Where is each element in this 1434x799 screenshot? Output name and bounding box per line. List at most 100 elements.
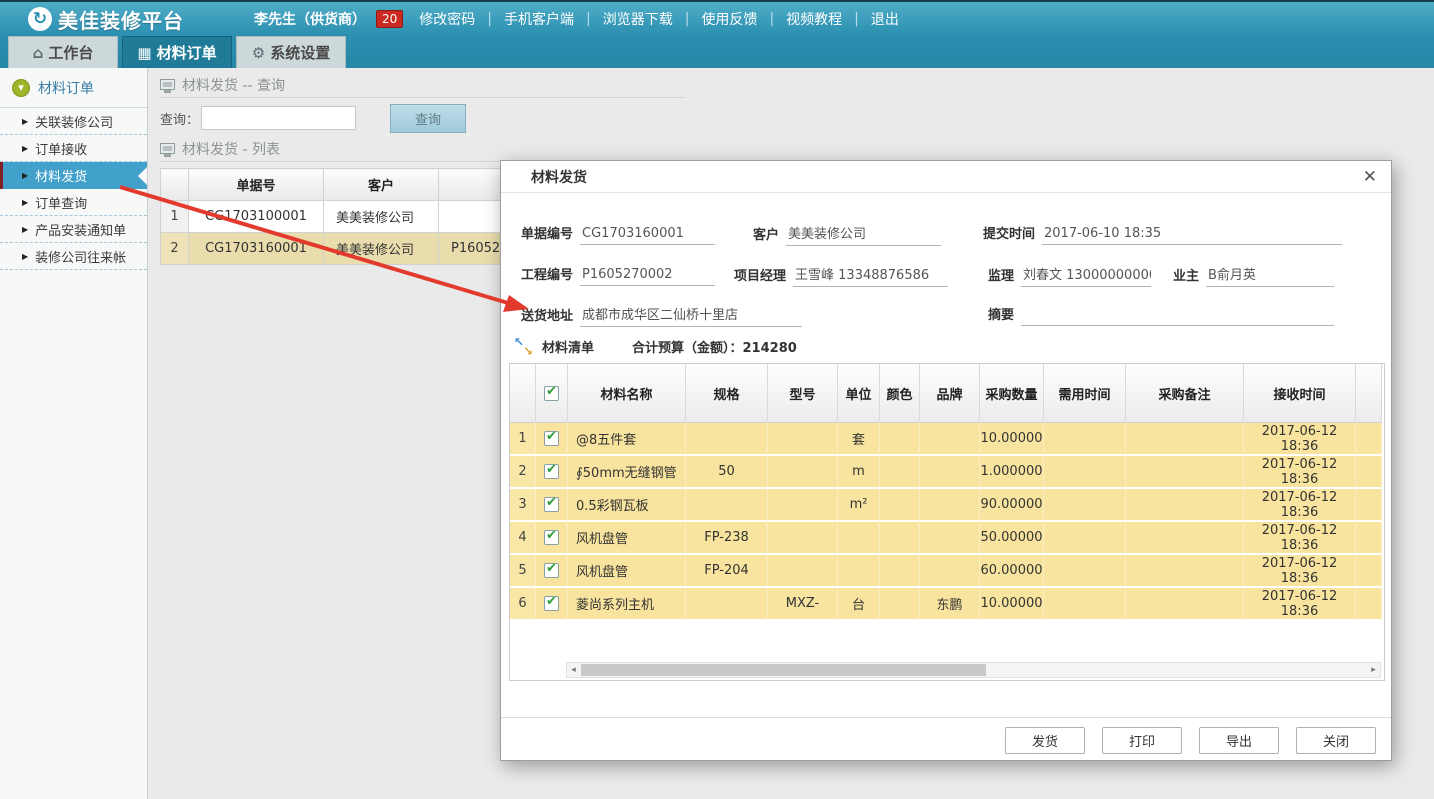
owner-value[interactable]: B俞月英 [1206,264,1334,287]
cell-采购备注 [1126,423,1244,456]
cell-规格 [686,423,768,456]
sidebar-item-订单查询[interactable]: ▶订单查询 [0,189,147,216]
cell-型号 [768,423,838,456]
sidebar-item-产品安装通知单[interactable]: ▶产品安装通知单 [0,216,147,243]
menu-item-1[interactable]: 修改密码 [419,9,475,29]
cell-extra [1356,588,1382,621]
manager-value[interactable]: 王雪峰 13348876586 [793,264,948,287]
scroll-right-icon[interactable]: ▸ [1367,663,1380,677]
header-right: 李先生（供货商） 20 修改密码|手机客户端|浏览器下载|使用反馈|视频教程|退… [254,9,899,29]
horizontal-scrollbar[interactable]: ◂ ▸ [566,662,1381,678]
submit-time-value[interactable]: 2017-06-10 18:35 [1042,226,1342,245]
page: ↻ 美佳装修平台 李先生（供货商） 20 修改密码|手机客户端|浏览器下载|使用… [0,0,1434,799]
sidebar-item-订单接收[interactable]: ▶订单接收 [0,135,147,162]
打印-button[interactable]: 打印 [1102,727,1182,754]
close-icon[interactable]: ✕ [1363,167,1377,187]
cell-品牌: 东鹏 [920,588,980,621]
menu-separator: | [487,11,492,27]
monitor-icon [160,143,175,154]
row-checkbox[interactable]: ✔ [544,596,559,611]
dialog-footer: 发货打印导出关闭 [501,717,1391,762]
row-checkbox[interactable]: ✔ [544,464,559,479]
tab-label: 工作台 [48,42,93,63]
scroll-left-icon[interactable]: ◂ [567,663,580,677]
caret-down-icon[interactable]: ▾ [12,79,30,97]
sidebar-list: ▶关联装修公司▶订单接收▶材料发货▶订单查询▶产品安装通知单 ▶ 装修公司往来帐 [0,108,147,270]
cell-型号 [768,489,838,522]
col-rownum [161,169,189,201]
cell-规格: FP-238 [686,522,768,555]
grid-icon: ▦ [137,44,151,62]
cell-品牌 [920,522,980,555]
menu-item-6[interactable]: 退出 [871,9,899,29]
col-颜色: 颜色 [880,364,920,423]
sidebar-item-材料发货[interactable]: ▶材料发货 [0,162,147,189]
check-icon: ✔ [546,561,557,576]
project-no-value[interactable]: P1605270002 [580,267,715,286]
field-customer: 客户 美美装修公司 [753,223,941,246]
cell-extra [1356,423,1382,456]
row-checkbox[interactable]: ✔ [544,563,559,578]
in-out-arrows-icon: ↖ ↘ [515,339,532,355]
tab-工作台[interactable]: ⌂工作台 [8,36,118,68]
address-value[interactable]: 成都市成华区二仙桥十里店 [580,304,802,327]
menu-item-3[interactable]: 浏览器下载 [603,9,673,29]
order-no-value[interactable]: CG1703160001 [580,226,715,245]
row-number: 4 [510,522,536,555]
field-supervisor: 监理 刘春文 13000000000 [988,264,1151,287]
sidebar-item-关联装修公司[interactable]: ▶关联装修公司 [0,108,147,135]
material-row[interactable]: 5✔风机盘管FP-20460.000002017-06-12 18:36 [510,555,1382,588]
summary-value[interactable] [1021,322,1334,326]
order-no-cell: CG1703160001 [189,233,324,265]
发货-button[interactable]: 发货 [1005,727,1085,754]
triangle-icon: ▶ [22,252,28,261]
导出-button[interactable]: 导出 [1199,727,1279,754]
menu-item-2[interactable]: 手机客户端 [504,9,574,29]
customer-cell: 美美装修公司 [324,201,439,233]
row-checkbox[interactable]: ✔ [544,530,559,545]
menu-item-5[interactable]: 视频教程 [786,9,842,29]
sidebar-item-装修公司往来帐[interactable]: ▶ 装修公司往来帐 [0,243,147,270]
col-单位: 单位 [838,364,880,423]
sidebar-item-label: 装修公司往来帐 [35,247,126,266]
scrollbar-thumb[interactable] [581,664,986,676]
cell-采购数量: 60.00000 [980,555,1044,588]
row-number: 1 [161,201,189,233]
row-number: 5 [510,555,536,588]
customer-value[interactable]: 美美装修公司 [786,223,941,246]
row-checkbox[interactable]: ✔ [544,497,559,512]
row-checkbox[interactable]: ✔ [544,431,559,446]
user-name[interactable]: 李先生（供货商） [254,9,366,29]
material-row[interactable]: 2✔∮50mm无缝钢管50m1.0000002017-06-12 18:36 [510,456,1382,489]
row-checkbox-cell: ✔ [536,489,568,522]
select-all-checkbox[interactable]: ✔ [544,386,559,401]
query-input[interactable] [201,106,356,130]
material-row[interactable]: 6✔菱尚系列主机MXZ-台东鹏10.000002017-06-12 18:36 [510,588,1382,621]
monitor-icon [160,79,175,90]
field-submit-time: 提交时间 2017-06-10 18:35 [983,223,1342,245]
cell-单位 [838,522,880,555]
cell-材料名称: 菱尚系列主机 [568,588,686,621]
query-button[interactable]: 查询 [390,104,466,133]
material-row[interactable]: 3✔0.5彩钢瓦板m²90.000002017-06-12 18:36 [510,489,1382,522]
row-number: 2 [161,233,189,265]
cell-接收时间: 2017-06-12 18:36 [1244,456,1356,489]
row-checkbox-cell: ✔ [536,423,568,456]
cell-型号 [768,522,838,555]
关闭-button[interactable]: 关闭 [1296,727,1376,754]
tab-材料订单[interactable]: ▦材料订单 [122,36,232,68]
field-label: 客户 [753,224,779,246]
col-单据号: 单据号 [189,169,324,201]
cell-采购数量: 10.00000 [980,588,1044,621]
triangle-icon: ▶ [22,198,28,207]
sidebar: ▾ 材料订单 ▶关联装修公司▶订单接收▶材料发货▶订单查询▶产品安装通知单▶装修… [0,68,148,799]
cell-需用时间 [1044,555,1126,588]
field-label: 监理 [988,265,1014,287]
notification-badge[interactable]: 20 [376,10,403,28]
top-header: ↻ 美佳装修平台 李先生（供货商） 20 修改密码|手机客户端|浏览器下载|使用… [0,0,1434,36]
material-row[interactable]: 1✔@8五件套套10.000002017-06-12 18:36 [510,423,1382,456]
tab-系统设置[interactable]: ⚙系统设置 [236,36,346,68]
supervisor-value[interactable]: 刘春文 13000000000 [1021,264,1151,287]
menu-item-4[interactable]: 使用反馈 [701,9,757,29]
material-row[interactable]: 4✔风机盘管FP-23850.000002017-06-12 18:36 [510,522,1382,555]
